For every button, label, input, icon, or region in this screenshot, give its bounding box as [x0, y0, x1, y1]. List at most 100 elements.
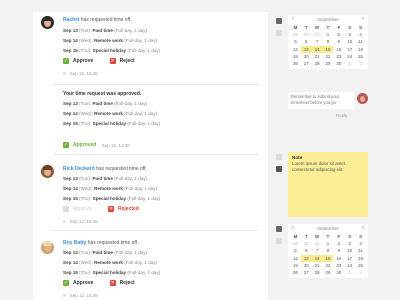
calendar-day[interactable]: 21: [312, 262, 323, 269]
calendar-day[interactable]: 13: [300, 45, 312, 53]
calendar-day[interactable]: 31: [312, 31, 323, 38]
calendar-day[interactable]: 5: [290, 38, 301, 45]
calendar-day[interactable]: 16: [333, 255, 344, 262]
next-month-icon[interactable]: ›: [362, 15, 364, 24]
calendar-day[interactable]: 13: [300, 254, 312, 262]
calendar-day[interactable]: 25: [355, 53, 366, 60]
calendar-day[interactable]: 5: [290, 247, 301, 254]
approve-checkbox[interactable]: ✓: [63, 58, 69, 64]
calendar-day[interactable]: 10: [344, 38, 355, 45]
calendar-day[interactable]: 30: [333, 60, 344, 67]
calendar-day[interactable]: 19: [290, 262, 301, 269]
calendar-day[interactable]: 4: [355, 240, 366, 247]
calendar-day[interactable]: 22: [323, 262, 334, 269]
calendar-day[interactable]: 10: [344, 247, 355, 254]
user-name-link[interactable]: Rick Deckard: [63, 166, 95, 172]
calendar-day[interactable]: 3: [344, 240, 355, 247]
calendar-day[interactable]: 2: [355, 60, 366, 67]
calendar-day[interactable]: 20: [301, 262, 312, 269]
calendar-day[interactable]: 9: [333, 38, 344, 45]
next-month-icon[interactable]: ›: [362, 224, 364, 233]
user-name-link[interactable]: Roy Batty: [63, 240, 86, 246]
calendar-day[interactable]: 17: [344, 255, 355, 262]
calendar-icon[interactable]: [276, 154, 282, 160]
checkbox-icon[interactable]: [276, 238, 282, 244]
expand-icon[interactable]: »: [63, 219, 66, 225]
calendar-day[interactable]: 12: [290, 46, 301, 53]
reject-button[interactable]: Reject: [120, 58, 135, 64]
reply-button[interactable]: Reply: [336, 113, 347, 118]
calendar-day[interactable]: 12: [290, 255, 301, 262]
calendar-day[interactable]: 8: [323, 38, 334, 45]
calendar-day[interactable]: 9: [333, 247, 344, 254]
calendar-day[interactable]: 14: [311, 45, 323, 53]
calendar-day[interactable]: 18: [355, 255, 366, 262]
calendar-day[interactable]: 2: [333, 31, 344, 38]
calendar-day[interactable]: 1: [344, 269, 355, 276]
calendar-day[interactable]: 15: [322, 45, 334, 53]
calendar-day[interactable]: 4: [355, 31, 366, 38]
calendar-day[interactable]: 16: [333, 46, 344, 53]
calendar-day[interactable]: 8: [323, 247, 334, 254]
calendar-day[interactable]: 1: [323, 240, 334, 247]
calendar-day[interactable]: 23: [333, 53, 344, 60]
calendar-day[interactable]: 31: [312, 240, 323, 247]
calendar-day[interactable]: 21: [312, 53, 323, 60]
approve-button[interactable]: Approve: [73, 280, 93, 286]
calendar-day[interactable]: 30: [333, 269, 344, 276]
reject-checkbox[interactable]: ✕: [109, 58, 116, 64]
calendar-day[interactable]: 6: [301, 38, 312, 45]
calendar-day[interactable]: 18: [355, 46, 366, 53]
calendar-day[interactable]: 27: [301, 269, 312, 276]
calendar-day[interactable]: 6: [301, 247, 312, 254]
calendar-day[interactable]: 3: [344, 31, 355, 38]
calendar-day[interactable]: 11: [355, 247, 366, 254]
calendar-icon[interactable]: [276, 18, 282, 24]
calendar-day[interactable]: 29: [323, 60, 334, 67]
reject-checkbox[interactable]: ✕: [109, 280, 116, 286]
prev-month-icon[interactable]: ‹: [292, 224, 294, 233]
calendar-day[interactable]: 14: [311, 254, 323, 262]
avatar[interactable]: [41, 165, 54, 178]
calendar-day[interactable]: 27: [301, 60, 312, 67]
calendar-day[interactable]: 7: [312, 247, 323, 254]
calendar-day[interactable]: 24: [344, 262, 355, 269]
calendar-day[interactable]: 20: [301, 53, 312, 60]
calendar-day[interactable]: 29: [290, 31, 301, 38]
calendar-day[interactable]: 17: [344, 46, 355, 53]
reject-button[interactable]: Reject: [120, 280, 135, 286]
calendar-day[interactable]: 2: [333, 240, 344, 247]
calendar-day[interactable]: 19: [290, 53, 301, 60]
calendar-day[interactable]: 11: [355, 38, 366, 45]
calendar-day[interactable]: 28: [312, 60, 323, 67]
calendar-day[interactable]: 23: [333, 262, 344, 269]
calendar-day[interactable]: 25: [355, 262, 366, 269]
note-icon[interactable]: [276, 166, 282, 172]
calendar-day[interactable]: 15: [322, 254, 334, 262]
calendar-day[interactable]: 29: [323, 269, 334, 276]
approve-button[interactable]: Approve: [73, 58, 93, 64]
calendar-day[interactable]: 26: [290, 60, 301, 67]
user-name-link[interactable]: Rachel: [63, 17, 79, 23]
calendar-day[interactable]: 30: [301, 31, 312, 38]
checkbox-icon[interactable]: [276, 30, 282, 36]
calendar-day[interactable]: 26: [290, 269, 301, 276]
calendar-day[interactable]: 1: [323, 31, 334, 38]
calendar-icon[interactable]: [276, 226, 282, 232]
calendar-day[interactable]: 29: [290, 240, 301, 247]
avatar[interactable]: [41, 16, 54, 29]
expand-icon[interactable]: »: [63, 71, 66, 77]
sticky-note[interactable]: Note Lorem ipsum dolor sit amet, consect…: [288, 152, 368, 217]
calendar-day[interactable]: 1: [344, 60, 355, 67]
calendar-day[interactable]: 22: [323, 53, 334, 60]
calendar-day[interactable]: 2: [355, 269, 366, 276]
expand-icon[interactable]: »: [63, 293, 66, 299]
calendar-day[interactable]: 24: [344, 53, 355, 60]
avatar[interactable]: [357, 93, 368, 104]
calendar-day[interactable]: 30: [301, 240, 312, 247]
prev-month-icon[interactable]: ‹: [292, 15, 294, 24]
approve-checkbox[interactable]: ✓: [63, 280, 69, 286]
calendar-day[interactable]: 28: [312, 269, 323, 276]
avatar[interactable]: [41, 241, 54, 254]
calendar-day[interactable]: 7: [312, 38, 323, 45]
